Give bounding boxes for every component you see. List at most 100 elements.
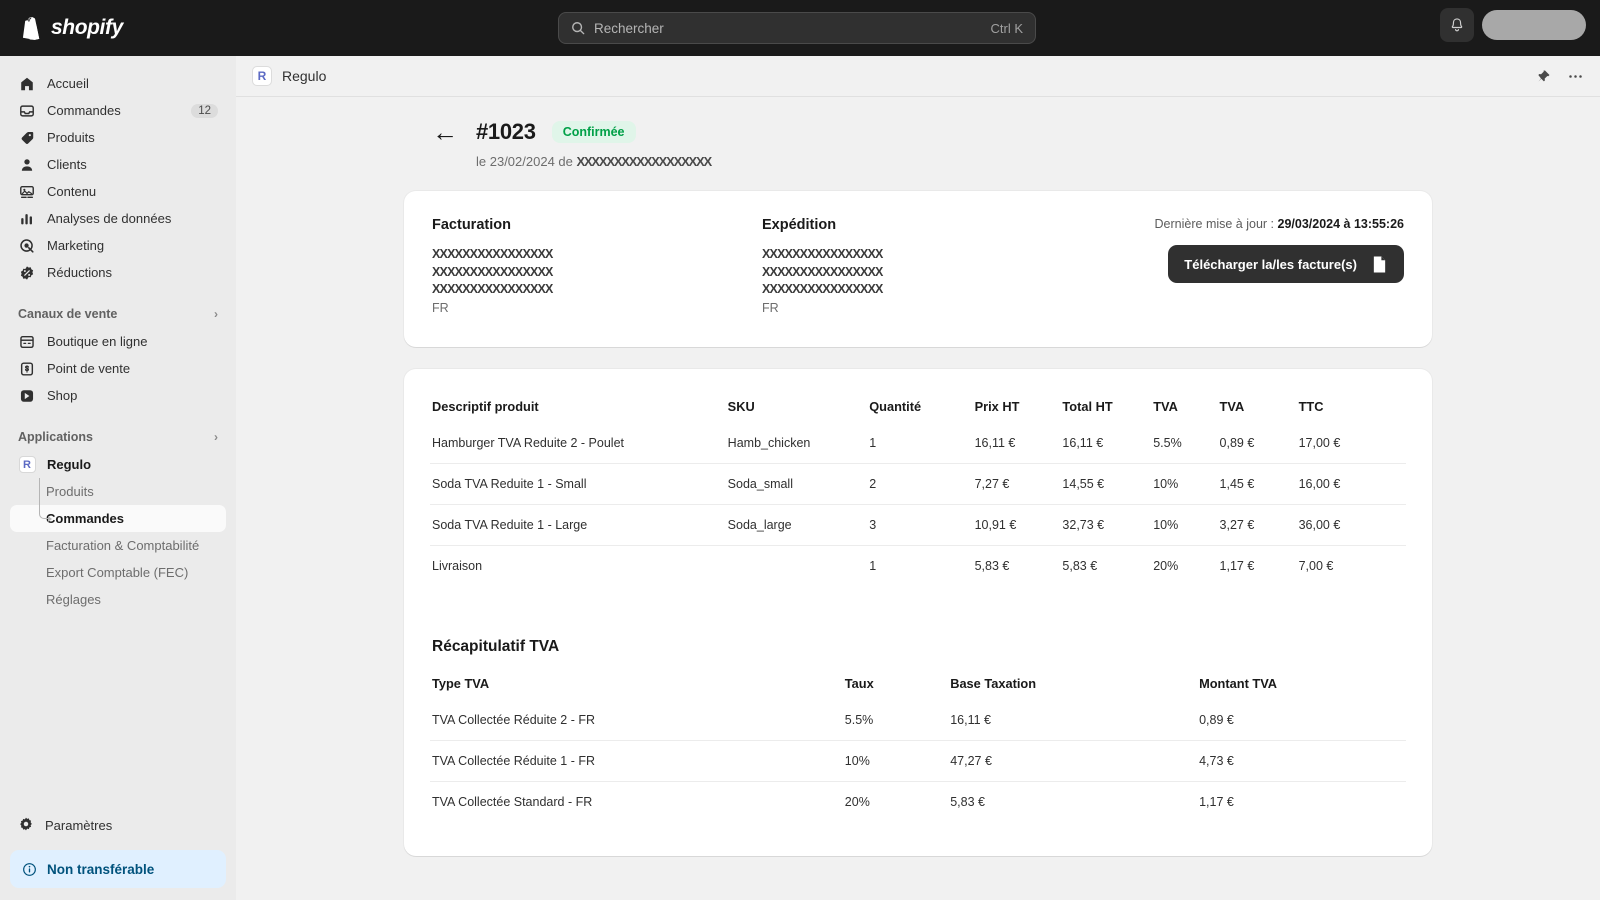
page-title: #1023 (476, 119, 536, 144)
products-table: Descriptif produit SKU Quantité Prix HT … (430, 399, 1406, 586)
section-label: Canaux de vente (18, 307, 118, 321)
cell-base: 16,11 € (950, 713, 991, 727)
sidebar-item-parametres[interactable]: Paramètres (10, 810, 226, 840)
table-row[interactable]: Soda TVA Reduite 1 - Small Soda_small 2 … (430, 463, 1406, 505)
search-shortcut: Ctrl K (990, 20, 1024, 36)
cell-total-ht: 5,83 € (1062, 545, 1154, 586)
sidebar-item-point-de-vente[interactable]: Point de vente (10, 355, 226, 382)
col-montant-tva: Montant TVA (1199, 676, 1278, 691)
sidebar-label: Réductions (47, 265, 113, 280)
sidebar-item-regulo-commandes[interactable]: Commandes (10, 505, 226, 532)
sidebar-item-regulo-produits[interactable]: Produits (10, 478, 226, 505)
sidebar-label: Produits (46, 484, 94, 499)
sidebar-label: Regulo (47, 457, 92, 472)
top-bar: shopify Rechercher Ctrl K (0, 0, 1600, 56)
col-prix-ht: Prix HT (974, 399, 1020, 414)
cell-quantite: 3 (869, 504, 975, 546)
search-placeholder: Rechercher (594, 20, 664, 36)
sidebar-item-accueil[interactable]: Accueil (10, 70, 226, 97)
cell-taux: 20% (844, 781, 951, 822)
settings-label: Paramètres (45, 817, 113, 833)
billing-address: Facturation XXXXXXXXXXXXXXXX XXXXXXXXXXX… (432, 217, 762, 317)
cell-descriptif: Soda TVA Reduite 1 - Small (430, 463, 728, 505)
cell-quantite: 1 (869, 545, 975, 586)
regulo-app-icon: R (252, 66, 272, 86)
sidebar-item-contenu[interactable]: Contenu (10, 178, 226, 205)
shopify-bag-icon (22, 17, 40, 40)
cell-prix-ht: 10,91 € (974, 504, 1063, 546)
cell-tva-montant: 3,27 € (1219, 504, 1299, 546)
pin-icon[interactable] (1536, 69, 1551, 84)
shipping-line-3: XXXXXXXXXXXXXXXX (762, 282, 883, 296)
ellipsis-horizontal-icon[interactable] (1567, 69, 1584, 84)
sidebar-label: Clients (47, 157, 87, 172)
cell-taux: 10% (844, 740, 951, 782)
sidebar-section-applications[interactable]: Applications › (10, 425, 226, 449)
shipping-line-1: XXXXXXXXXXXXXXXX (762, 247, 883, 261)
bar-chart-icon (18, 210, 36, 228)
sidebar-item-regulo[interactable]: R Regulo (10, 451, 226, 478)
cell-type-tva: TVA Collectée Réduite 2 - FR (432, 713, 596, 727)
sidebar-label: Contenu (47, 184, 97, 199)
table-row[interactable]: TVA Collectée Réduite 2 - FR 5.5% 16,11 … (430, 707, 1406, 741)
orders-count-badge: 12 (191, 103, 218, 118)
back-button[interactable]: ← (432, 119, 460, 145)
tag-icon (18, 129, 36, 147)
sidebar-item-boutique-en-ligne[interactable]: Boutique en ligne (10, 328, 226, 355)
discount-percent-icon (18, 264, 36, 282)
sidebar-item-regulo-facturation[interactable]: Facturation & Comptabilité (10, 532, 226, 559)
sidebar-label: Commandes (46, 511, 125, 526)
vat-recap-table: Type TVA Taux Base Taxation Montant TVA … (430, 676, 1406, 822)
shipping-title: Expédition (762, 217, 837, 233)
sidebar-item-clients[interactable]: Clients (10, 151, 226, 178)
page-content: ← #1023 Confirmée le 23/02/2024 de XXXXX… (236, 97, 1600, 900)
col-descriptif-produit: Descriptif produit (432, 399, 539, 414)
table-row[interactable]: Livraison 1 5,83 € 5,83 € 20% 1,17 € 7,0… (430, 545, 1406, 586)
shipping-line-2: XXXXXXXXXXXXXXXX (762, 264, 883, 279)
shop-icon (18, 387, 36, 405)
chevron-right-icon[interactable]: › (214, 307, 218, 321)
sidebar-item-reductions[interactable]: Réductions (10, 259, 226, 286)
chevron-right-icon[interactable]: › (214, 430, 218, 444)
bell-icon (1451, 18, 1463, 32)
billing-line-1: XXXXXXXXXXXXXXXX (432, 247, 553, 261)
sidebar-item-produits[interactable]: Produits (10, 124, 226, 151)
cell-prix-ht: 5,83 € (974, 545, 1063, 586)
cell-montant: 1,17 € (1199, 781, 1406, 822)
status-badge: Confirmée (551, 121, 636, 143)
cell-type-tva: TVA Collectée Réduite 1 - FR (430, 740, 845, 782)
cell-type-tva: TVA Collectée Standard - FR (430, 781, 845, 822)
sidebar-item-analyses[interactable]: Analyses de données (10, 205, 226, 232)
cell-prix-ht: 7,27 € (974, 463, 1063, 505)
sidebar-item-marketing[interactable]: Marketing (10, 232, 226, 259)
tree-line (39, 478, 40, 505)
shopify-wordmark: shopify (51, 16, 123, 39)
cell-tva-taux: 10% (1153, 504, 1220, 546)
sidebar-label: Shop (47, 388, 78, 403)
download-invoices-button[interactable]: Télécharger la/les facture(s) (1168, 245, 1404, 283)
cell-base: 47,27 € (950, 740, 1200, 782)
col-tva-taux: TVA (1153, 399, 1178, 414)
sidebar: Accueil Commandes 12 Produits Clients Co… (0, 56, 236, 900)
sidebar-label: Facturation & Comptabilité (46, 538, 200, 553)
cell-total-ht: 16,11 € (1062, 436, 1104, 450)
cell-tva-taux: 5.5% (1153, 436, 1182, 450)
table-row[interactable]: TVA Collectée Réduite 1 - FR 10% 47,27 €… (430, 740, 1406, 782)
order-subtitle: le 23/02/2024 de XXXXXXXXXXXXXXXXXX (432, 154, 1600, 169)
sidebar-section-canaux-de-vente[interactable]: Canaux de vente › (10, 302, 226, 326)
avatar[interactable] (1482, 10, 1586, 40)
table-row[interactable]: TVA Collectée Standard - FR 20% 5,83 € 1… (430, 781, 1406, 822)
global-search[interactable]: Rechercher Ctrl K (558, 12, 1036, 44)
sidebar-item-shop[interactable]: Shop (10, 382, 226, 409)
shopify-brand[interactable]: shopify (0, 16, 240, 40)
cell-taux: 5.5% (844, 713, 874, 727)
sidebar-item-commandes[interactable]: Commandes 12 (10, 97, 226, 124)
download-button-label: Télécharger la/les facture(s) (1184, 256, 1357, 272)
info-circle-icon (23, 862, 36, 876)
sidebar-item-regulo-export-fec[interactable]: Export Comptable (FEC) (10, 559, 226, 586)
table-row[interactable]: Soda TVA Reduite 1 - Large Soda_large 3 … (430, 504, 1406, 546)
sidebar-item-regulo-reglages[interactable]: Réglages (10, 586, 226, 613)
non-transferable-banner[interactable]: Non transférable (10, 850, 226, 888)
table-row[interactable]: Hamburger TVA Reduite 2 - Poulet Hamb_ch… (430, 430, 1406, 464)
notifications-button[interactable] (1440, 8, 1474, 42)
